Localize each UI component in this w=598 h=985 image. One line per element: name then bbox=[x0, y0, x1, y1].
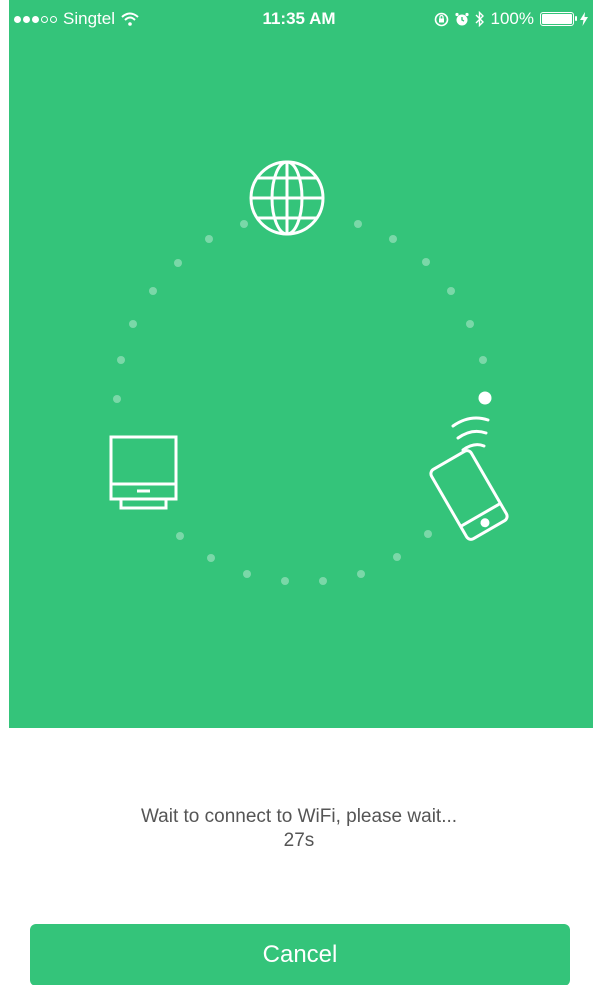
screen: Singtel 11:35 AM 100% Wait to connect to… bbox=[0, 0, 598, 985]
countdown-timer: 27s bbox=[283, 830, 315, 851]
router-icon bbox=[109, 435, 178, 510]
connection-diagram bbox=[109, 160, 509, 585]
status-message: Wait to connect to WiFi, please wait... bbox=[140, 806, 458, 827]
phone-icon bbox=[429, 449, 509, 541]
globe-icon bbox=[249, 160, 325, 236]
progress-dots bbox=[113, 220, 492, 585]
cancel-button[interactable]: Cancel bbox=[30, 924, 570, 985]
wifi-signal-icon bbox=[451, 416, 490, 452]
